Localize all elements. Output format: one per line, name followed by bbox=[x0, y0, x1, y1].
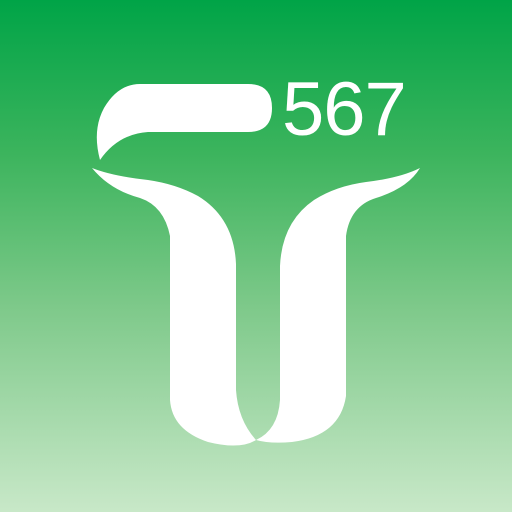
t-logo-top-bar bbox=[96, 84, 272, 160]
t-logo-icon bbox=[92, 84, 420, 446]
app-icon-tile[interactable]: 567 bbox=[0, 0, 512, 512]
t-logo-left-stem bbox=[92, 168, 256, 446]
t-logo-right-stem bbox=[256, 168, 420, 443]
route-number-label: 567 bbox=[282, 67, 407, 152]
